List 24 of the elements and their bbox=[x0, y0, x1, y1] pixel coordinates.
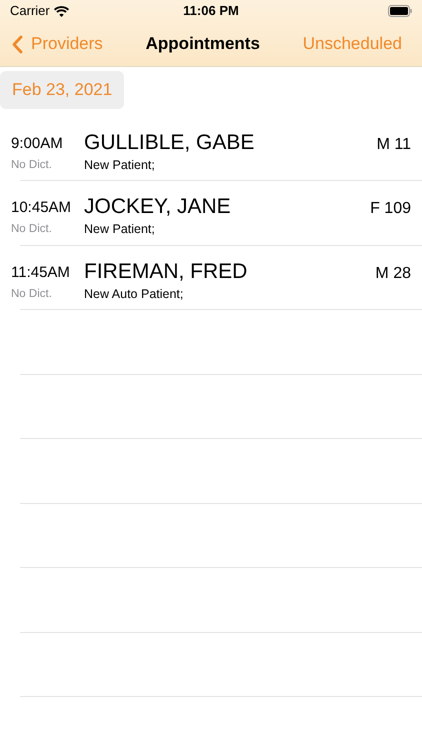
wifi-icon bbox=[54, 6, 69, 16]
appointment-row[interactable]: 9:00AM No Dict. GULLIBLE, GABE M 11 New Patient; bbox=[0, 116, 422, 180]
patient-name: JOCKEY, JANE bbox=[84, 194, 231, 220]
sex-age: M 28 bbox=[375, 264, 411, 284]
appointment-time: 9:00AM bbox=[11, 134, 63, 154]
screen-title: Appointments bbox=[146, 33, 260, 56]
appointment-time: 11:45AM bbox=[11, 262, 70, 282]
dictation-status: No Dict. bbox=[11, 158, 52, 172]
visit-type: New Patient; bbox=[84, 221, 155, 238]
appointment-row[interactable]: 10:45AM No Dict. JOCKEY, JANE F 109 New Patient; bbox=[0, 181, 422, 244]
visit-type: New Patient; bbox=[84, 156, 155, 174]
carrier-label: Carrier bbox=[10, 2, 50, 20]
back-chevron-icon bbox=[12, 34, 23, 54]
patient-name: GULLIBLE, GABE bbox=[84, 130, 254, 156]
dictation-status: No Dict. bbox=[11, 222, 52, 237]
patient-name: FIREMAN, FRED bbox=[84, 258, 248, 284]
sex-age: F 109 bbox=[370, 199, 411, 219]
appointment-time: 10:45AM bbox=[11, 198, 72, 218]
sex-age: M 11 bbox=[376, 134, 411, 154]
battery-icon bbox=[388, 5, 412, 17]
dictation-status: No Dict. bbox=[11, 286, 52, 302]
status-time: 11:06 PM bbox=[183, 2, 239, 20]
appointment-row[interactable]: 11:45AM No Dict. FIREMAN, FRED M 28 New Auto Patient; bbox=[0, 246, 422, 309]
visit-type: New Auto Patient; bbox=[84, 286, 184, 302]
